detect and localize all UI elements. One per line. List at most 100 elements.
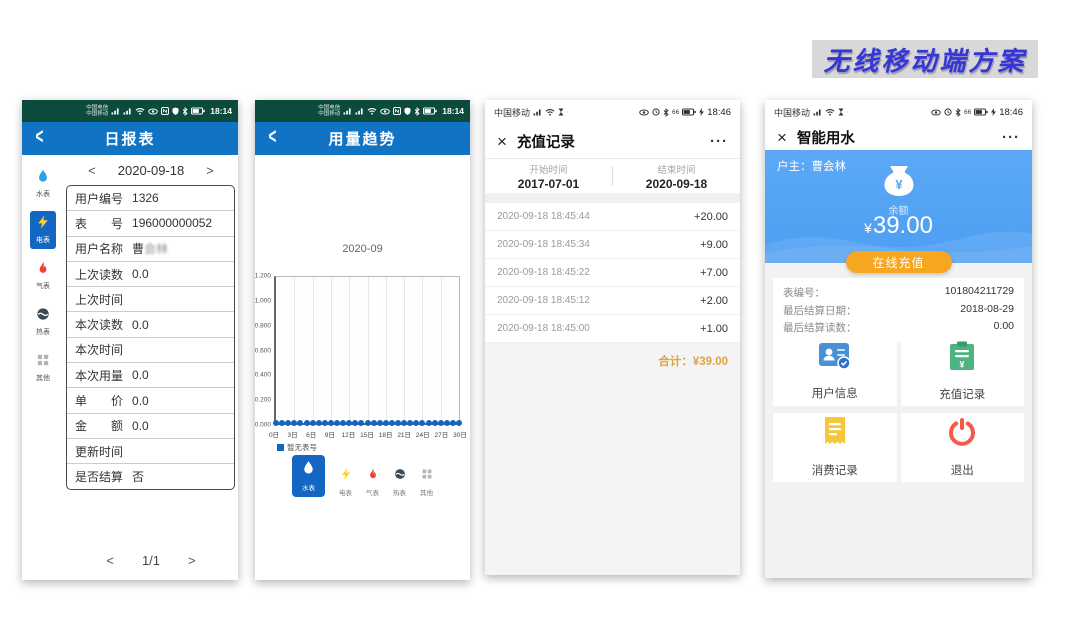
row-label: 本次时间 bbox=[75, 341, 123, 358]
page-indicator: 1/1 bbox=[142, 553, 160, 568]
tab-水表[interactable]: 水表 bbox=[292, 455, 325, 497]
recharge-record-row: 2020-09-18 18:45:22 +7.00 bbox=[485, 259, 740, 287]
back-button[interactable]: < bbox=[268, 124, 276, 150]
row-label: 本次读数 bbox=[75, 316, 123, 333]
next-page-button[interactable]: > bbox=[188, 553, 196, 568]
signal-icon bbox=[123, 107, 132, 115]
more-menu-icon[interactable]: ··· bbox=[710, 133, 728, 150]
menu-card-消费记录[interactable]: 消费记录 bbox=[773, 413, 897, 483]
data-point bbox=[273, 420, 279, 426]
data-point bbox=[334, 420, 340, 426]
back-button[interactable]: < bbox=[35, 124, 43, 150]
table-row: 上次时间 bbox=[67, 287, 234, 312]
chart-plot bbox=[274, 276, 460, 425]
carrier-labels: 中国电信中国移动 bbox=[318, 105, 340, 118]
eye-icon bbox=[639, 109, 649, 116]
menu-card-用户信息[interactable]: 用户信息 bbox=[773, 336, 897, 406]
tab-气表[interactable]: 气表 bbox=[366, 467, 379, 497]
data-point bbox=[413, 420, 419, 426]
date-range-filter: 开始时间 2017-07-01 结束时间 2020-09-18 bbox=[485, 159, 740, 193]
row-value: 0.0 bbox=[132, 419, 149, 433]
menu-card-退出[interactable]: 退出 bbox=[901, 413, 1025, 483]
data-point bbox=[383, 420, 389, 426]
data-point bbox=[328, 420, 334, 426]
online-recharge-button[interactable]: 在线充值 bbox=[846, 251, 952, 273]
wifi-icon bbox=[135, 107, 145, 115]
prev-date-button[interactable]: < bbox=[88, 163, 96, 178]
x-tick-label: 21日 bbox=[397, 429, 411, 439]
sidebar-item-电表[interactable]: 电表 bbox=[30, 211, 56, 249]
data-point bbox=[285, 420, 291, 426]
money-bag-icon: ¥ bbox=[882, 165, 916, 202]
prev-page-button[interactable]: < bbox=[106, 553, 114, 568]
chart-title: 2020-09 bbox=[255, 243, 470, 255]
divider bbox=[485, 193, 740, 203]
gridline bbox=[386, 277, 387, 423]
bluetooth-icon bbox=[663, 108, 669, 117]
tab-其他[interactable]: 其他 bbox=[420, 467, 433, 497]
shield-icon bbox=[172, 107, 179, 115]
data-point bbox=[340, 420, 346, 426]
status-bar: 中国移动 66 18:46 bbox=[485, 100, 740, 124]
meter-label: 热表 bbox=[393, 487, 406, 497]
info-value: 101804211729 bbox=[945, 285, 1014, 300]
start-date-picker[interactable]: 开始时间 2017-07-01 bbox=[485, 162, 612, 191]
record-time: 2020-09-18 18:45:44 bbox=[497, 211, 590, 222]
y-tick-label: 0.400 bbox=[255, 372, 271, 379]
data-point bbox=[352, 420, 358, 426]
phone-recharge-records: 中国移动 66 18:46 × 充值记录 ··· 开始时间 2017-07-01 bbox=[485, 100, 740, 575]
more-menu-icon[interactable]: ··· bbox=[1002, 129, 1020, 146]
data-point bbox=[322, 420, 328, 426]
data-point bbox=[291, 420, 297, 426]
gridline bbox=[313, 277, 314, 423]
tab-电表[interactable]: 电表 bbox=[339, 467, 352, 497]
info-label: 表编号： bbox=[783, 285, 825, 300]
row-label: 是否结算 bbox=[75, 468, 123, 485]
row-value: 1326 bbox=[132, 191, 159, 205]
meter-label: 其他 bbox=[420, 487, 433, 497]
menu-grid: 用户信息 ¥ 充值记录 消费记录 退出 bbox=[773, 336, 1024, 482]
y-tick-label: 0.600 bbox=[255, 347, 271, 354]
recharge-record-row: 2020-09-18 18:45:00 +1.00 bbox=[485, 315, 740, 343]
sidebar-item-气表[interactable]: 气表 bbox=[30, 257, 56, 295]
carrier-label: 中国移动 bbox=[494, 106, 530, 119]
sidebar-item-其他[interactable]: 其他 bbox=[30, 349, 56, 387]
data-point bbox=[426, 420, 432, 426]
row-label: 上次读数 bbox=[75, 266, 123, 283]
data-point bbox=[401, 420, 407, 426]
daily-report-table: 用户编号 1326 表 号 196000000052 用户名称 曹会林 上次读数… bbox=[66, 185, 235, 490]
nfc-icon bbox=[161, 107, 169, 115]
clock-time: 18:14 bbox=[210, 106, 232, 116]
record-amount: +9.00 bbox=[700, 239, 728, 251]
list-footer: 合计：¥39.00 bbox=[485, 343, 740, 575]
pagination: < 1/1 > bbox=[64, 553, 238, 568]
row-value: 0.0 bbox=[132, 368, 149, 382]
next-date-button[interactable]: > bbox=[206, 163, 214, 178]
close-icon[interactable]: × bbox=[777, 129, 787, 146]
menu-card-充值记录[interactable]: ¥ 充值记录 bbox=[901, 336, 1025, 406]
report-body: 水表 电表 气表 热表 其他 < 2020-09-18 > 用户编号 1326 … bbox=[22, 155, 238, 580]
title-bar: < 用量趋势 bbox=[255, 122, 470, 155]
alarm-icon bbox=[944, 108, 952, 116]
close-icon[interactable]: × bbox=[497, 133, 507, 150]
status-bar: 中国电信中国移动 18:14 bbox=[22, 100, 238, 122]
start-date-label: 开始时间 bbox=[529, 162, 567, 176]
sidebar-item-水表[interactable]: 水表 bbox=[30, 165, 56, 203]
sidebar-item-热表[interactable]: 热表 bbox=[30, 303, 56, 341]
record-amount: +2.00 bbox=[700, 295, 728, 307]
x-tick-label: 30日 bbox=[453, 429, 467, 439]
end-date-picker[interactable]: 结束时间 2020-09-18 bbox=[613, 162, 740, 191]
eye-icon bbox=[148, 108, 158, 115]
tab-热表[interactable]: 热表 bbox=[393, 467, 406, 497]
data-point bbox=[407, 420, 413, 426]
x-tick-label: 3日 bbox=[288, 429, 298, 439]
eye-icon bbox=[931, 109, 941, 116]
data-point bbox=[316, 420, 322, 426]
row-value: 否 bbox=[132, 468, 144, 485]
phone-smart-water: 中国移动 66 18:46 × 智能用水 ··· 户主：曹会林 ¥ 余额 bbox=[765, 100, 1032, 578]
meter-label: 其他 bbox=[36, 373, 50, 383]
data-point bbox=[438, 420, 444, 426]
record-time: 2020-09-18 18:45:00 bbox=[497, 323, 590, 334]
record-time: 2020-09-18 18:45:34 bbox=[497, 239, 590, 250]
end-date-label: 结束时间 bbox=[657, 162, 695, 176]
